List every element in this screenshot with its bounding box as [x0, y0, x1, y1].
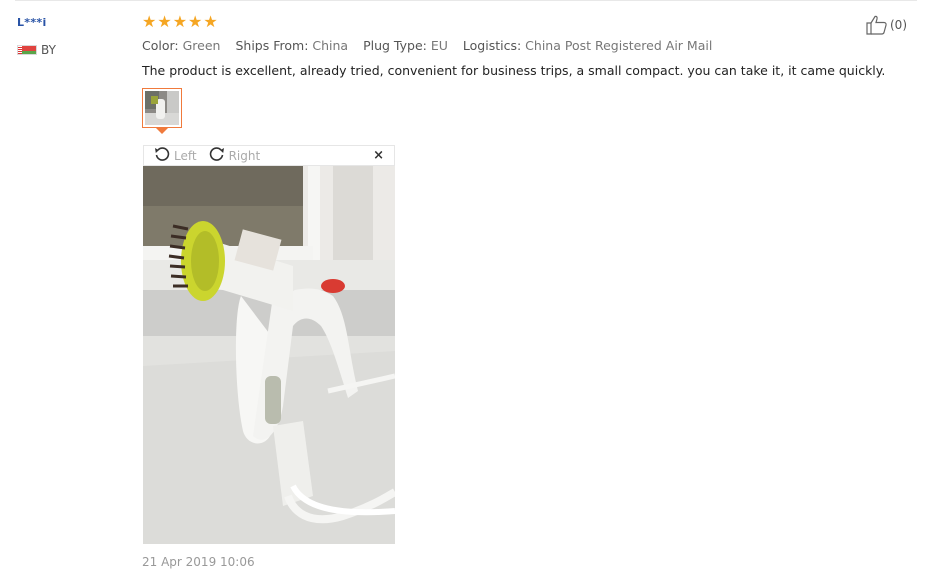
image-viewer-toolbar: Left Right × [143, 145, 395, 166]
rotate-left-icon[interactable] [154, 146, 170, 165]
rotate-right-icon[interactable] [209, 146, 225, 165]
attribute-color: Color: Green [142, 38, 221, 53]
rotate-left-button[interactable]: Left [154, 146, 197, 165]
review-photo [143, 166, 395, 544]
rotate-left-label[interactable]: Left [174, 149, 197, 163]
star-icon: ★ [157, 12, 172, 31]
reviewer-country: BY [17, 43, 56, 57]
helpful-count: (0) [890, 18, 907, 32]
reviewer-name[interactable]: L***i [17, 16, 47, 29]
review-text: The product is excellent, already tried,… [142, 63, 886, 78]
review-date: 21 Apr 2019 10:06 [142, 555, 255, 569]
rotate-right-button[interactable]: Right [209, 146, 261, 165]
attribute-logistics: Logistics: China Post Registered Air Mai… [462, 38, 713, 53]
star-icon: ★ [203, 12, 218, 31]
close-icon[interactable]: × [373, 148, 384, 163]
attribute-plug-type: Plug Type: EU [363, 38, 448, 53]
belarus-flag-icon [17, 45, 37, 55]
thumbnail-active-caret [156, 128, 168, 134]
thumbs-up-icon[interactable] [866, 15, 888, 35]
product-attributes: Color: Green Ships From: China Plug Type… [142, 38, 723, 53]
attribute-ships-from: Ships From: China [235, 38, 349, 53]
star-icon: ★ [142, 12, 157, 31]
star-icon: ★ [172, 12, 188, 31]
top-divider [15, 0, 917, 1]
country-code: BY [41, 43, 56, 57]
star-rating: ★ ★ ★ ★ ★ [142, 14, 218, 30]
review-image-thumbnail[interactable] [142, 88, 182, 128]
star-icon: ★ [188, 12, 203, 31]
helpful-button[interactable]: (0) [866, 15, 907, 35]
rotate-right-label[interactable]: Right [229, 149, 261, 163]
